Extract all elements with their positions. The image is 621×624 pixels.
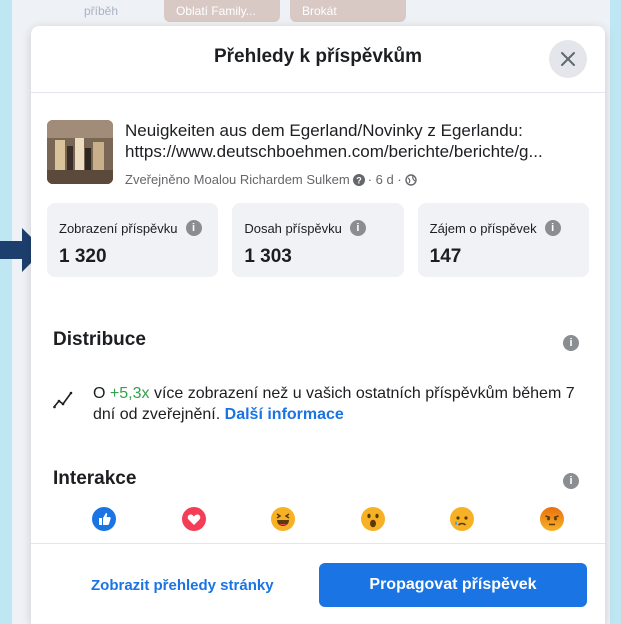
stat-label: Dosah příspěvku — [244, 220, 342, 236]
love-icon — [181, 507, 206, 531]
reactions-row — [91, 506, 565, 536]
post-link: https://www.deutschboehmen.com/berichte/… — [125, 142, 543, 161]
post-title-line: Neuigkeiten aus dem Egerland/Novinky z E… — [125, 121, 523, 140]
sad-icon — [450, 507, 475, 531]
boost-post-button[interactable]: Propagovat příspěvek — [319, 563, 587, 607]
post-preview[interactable]: Neuigkeiten aus dem Egerland/Novinky z E… — [47, 120, 591, 192]
info-icon[interactable]: i — [544, 220, 561, 236]
like-icon — [92, 507, 116, 531]
learn-more-link[interactable]: Další informace — [225, 406, 344, 423]
background-chip: příběh — [84, 4, 119, 18]
close-button[interactable] — [549, 40, 587, 78]
stats-row: Zobrazení příspěvku i 1 320 Dosah příspě… — [47, 203, 589, 277]
post-meta: Zveřejněno Moalou Richardem Sulkem ? · 6… — [125, 172, 417, 187]
svg-text:?: ? — [356, 175, 362, 185]
post-age: · 6 d · — [367, 172, 402, 187]
trend-icon — [53, 391, 73, 409]
post-insights-dialog: Přehledy k příspěvkům Neuigkeiten aus de… — [31, 26, 605, 624]
info-icon[interactable]: i — [349, 220, 366, 236]
interactions-title: Interakce — [53, 468, 137, 489]
stat-value: 147 — [429, 246, 462, 267]
post-title: Neuigkeiten aus dem Egerland/Novinky z E… — [125, 120, 591, 162]
info-icon[interactable]: i — [563, 335, 579, 351]
angry-icon — [539, 507, 564, 531]
background-chip: Brokát — [290, 0, 406, 22]
question-icon: ? — [352, 173, 365, 186]
dialog-header: Přehledy k příspěvkům — [31, 26, 605, 93]
info-icon[interactable]: i — [185, 220, 202, 236]
wow-icon — [360, 507, 385, 531]
background-chip: Oblatí Family... — [164, 0, 280, 22]
dialog-footer: Zobrazit přehledy stránky Propagovat pří… — [31, 543, 605, 624]
info-icon[interactable]: i — [563, 473, 579, 489]
stat-value: 1 303 — [244, 246, 292, 267]
stat-label: Zájem o příspěvek — [429, 220, 537, 236]
globe-icon — [404, 173, 417, 186]
distribution-summary: O +5,3x více zobrazení než u vašich osta… — [53, 383, 581, 425]
stat-engagement: Zájem o příspěvek i 147 — [417, 203, 589, 277]
close-icon — [561, 52, 575, 66]
dialog-title: Přehledy k příspěvkům — [213, 46, 423, 67]
distribution-prefix: O — [93, 385, 106, 402]
post-thumbnail — [47, 120, 113, 184]
stat-reach: Dosah příspěvku i 1 303 — [232, 203, 404, 277]
post-author: Zveřejněno Moalou Richardem Sulkem — [125, 172, 350, 187]
stat-value: 1 320 — [59, 246, 107, 267]
stat-label: Zobrazení příspěvku — [59, 220, 178, 236]
distribution-title: Distribuce — [53, 329, 146, 350]
distribution-multiplier: +5,3x — [109, 385, 150, 402]
stat-impressions: Zobrazení příspěvku i 1 320 — [47, 203, 219, 277]
view-page-insights-button[interactable]: Zobrazit přehledy stránky — [91, 577, 274, 594]
haha-icon — [271, 507, 296, 531]
